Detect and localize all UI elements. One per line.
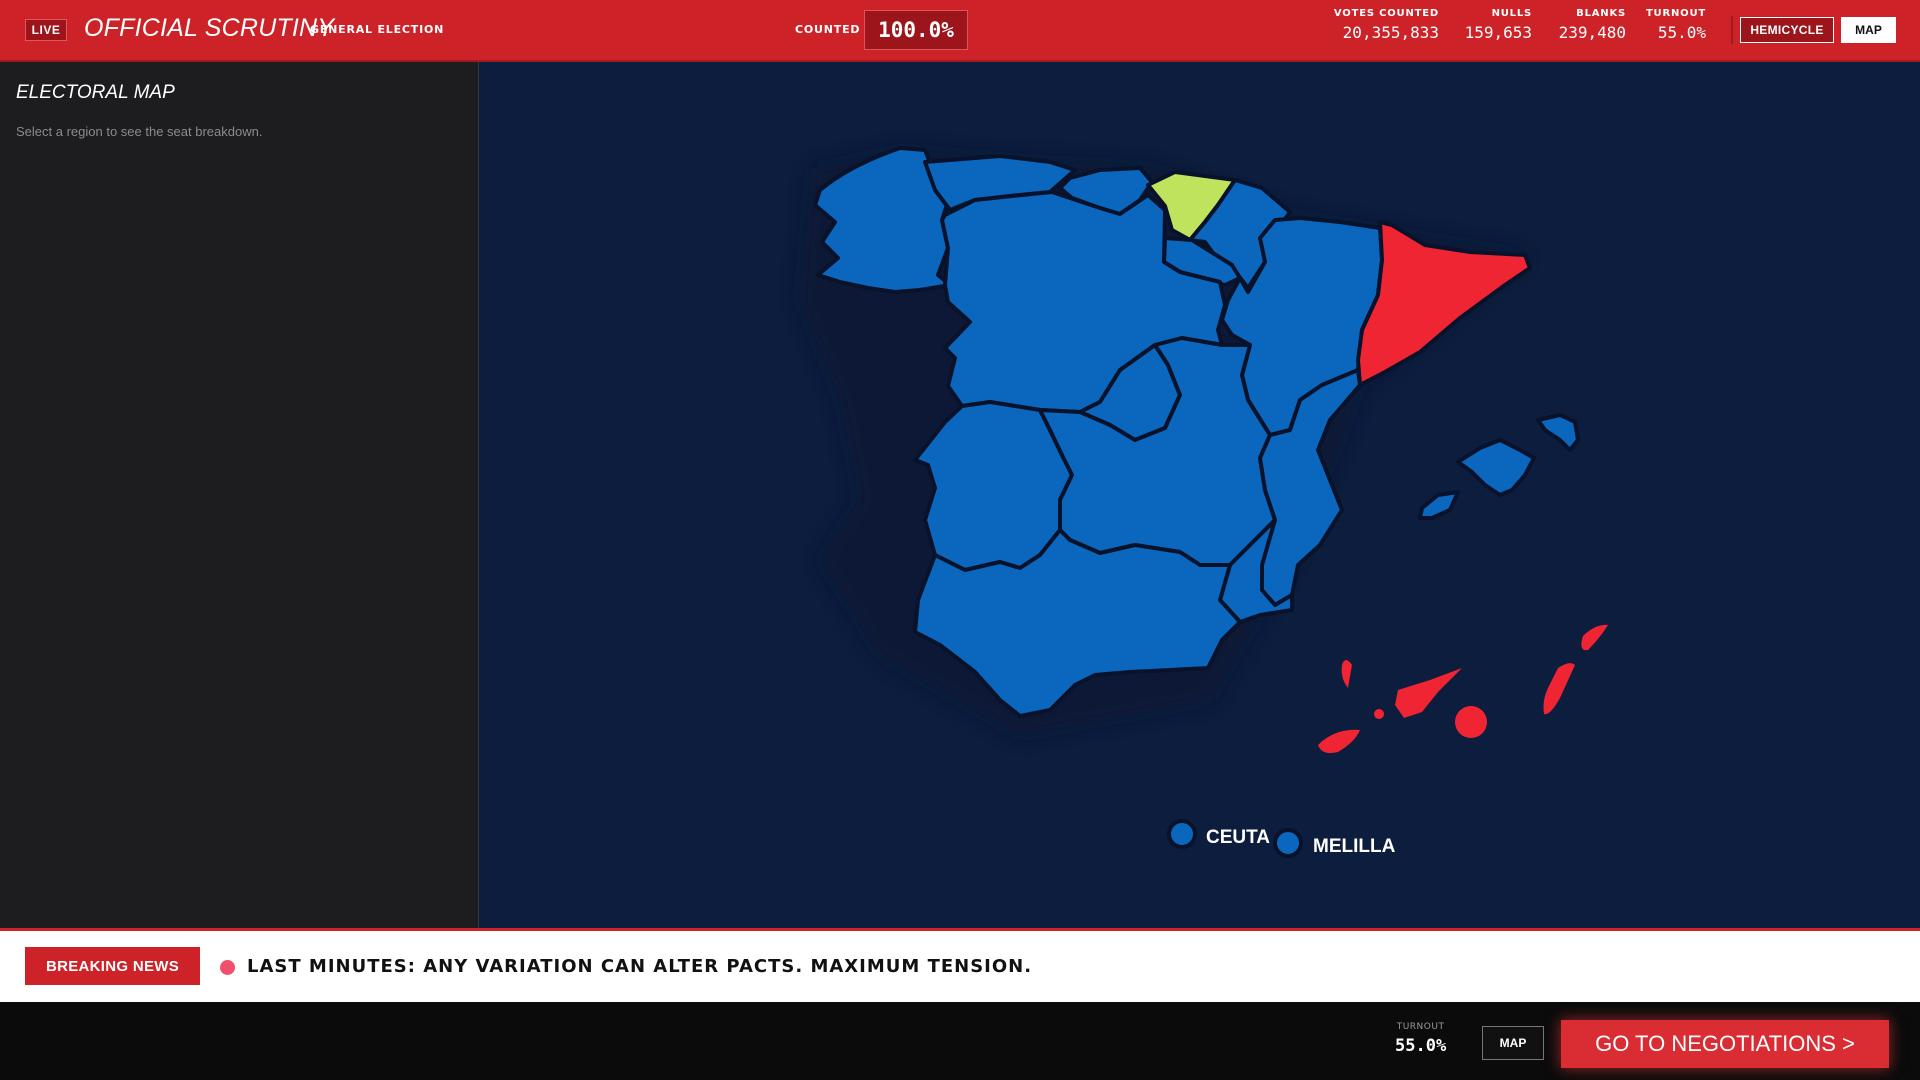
turnout-label: TURNOUT — [1645, 8, 1706, 19]
news-ticker: BREAKING NEWS LAST MINUTES: ANY VARIATIO… — [0, 928, 1920, 1002]
counted-label: COUNTED — [795, 23, 861, 36]
ticker-headline: LAST MINUTES: ANY VARIATION CAN ALTER PA… — [247, 956, 1033, 977]
region-detail-panel: ELECTORAL MAP Select a region to see the… — [0, 62, 479, 928]
region-canary-fuerteventura[interactable] — [1543, 663, 1576, 715]
nulls-stat: NULLS 159,653 — [1465, 8, 1532, 42]
map-view-button[interactable]: MAP — [1841, 17, 1896, 43]
blanks-value: 239,480 — [1558, 23, 1626, 42]
go-to-negotiations-button[interactable]: GO TO NEGOTIATIONS > — [1561, 1020, 1889, 1068]
region-canary-el-hierro[interactable] — [1318, 729, 1360, 754]
bottom-turnout-value: 55.0% — [1395, 1036, 1447, 1056]
bottom-turnout-label: TURNOUT — [1396, 1022, 1445, 1032]
top-bar: LIVE OFFICIAL SCRUTINY GENERAL ELECTION … — [0, 0, 1920, 62]
melilla-marker[interactable] — [1273, 828, 1303, 858]
votes-counted-value: 20,355,833 — [1342, 23, 1439, 42]
ceuta-marker[interactable] — [1167, 819, 1197, 849]
region-canary-lanzarote[interactable] — [1581, 624, 1608, 651]
spain-map-svg: CEUTA MELILLA — [800, 146, 1608, 858]
region-balearic-mallorca[interactable] — [1456, 438, 1536, 497]
region-balearic-ibiza[interactable] — [1418, 490, 1460, 520]
election-type-label: GENERAL ELECTION — [310, 23, 445, 36]
region-canary-gran-canaria[interactable] — [1455, 706, 1487, 738]
region-canary-tenerife[interactable] — [1395, 668, 1462, 718]
counted-percentage: 100.0% — [864, 10, 968, 50]
ceuta-label: CEUTA — [1206, 827, 1270, 848]
hemicycle-view-button[interactable]: HEMICYCLE — [1740, 17, 1834, 43]
bottom-bar: TURNOUT 55.0% MAP GO TO NEGOTIATIONS > — [0, 1002, 1920, 1080]
bottom-turnout: TURNOUT 55.0% — [1395, 1022, 1446, 1056]
region-catalonia[interactable] — [1356, 220, 1532, 387]
app-title: OFFICIAL SCRUTINY — [84, 14, 335, 42]
blanks-stat: BLANKS 239,480 — [1559, 8, 1626, 42]
city-melilla[interactable]: MELILLA — [1273, 828, 1396, 858]
panel-title: ELECTORAL MAP — [16, 82, 175, 103]
melilla-label: MELILLA — [1313, 836, 1396, 857]
region-balearic-menorca[interactable] — [1536, 413, 1580, 452]
turnout-stat: TURNOUT 55.0% — [1646, 8, 1706, 42]
nulls-label: NULLS — [1491, 8, 1532, 19]
map-button[interactable]: MAP — [1482, 1026, 1544, 1060]
votes-counted-label: VOTES COUNTED — [1333, 8, 1439, 19]
ticker-dot-icon — [220, 960, 235, 975]
votes-counted-stat: VOTES COUNTED 20,355,833 — [1334, 8, 1439, 42]
live-badge: LIVE — [25, 19, 67, 41]
turnout-value: 55.0% — [1657, 23, 1706, 42]
region-canary-la-palma[interactable] — [1341, 660, 1352, 688]
breaking-news-badge: BREAKING NEWS — [25, 947, 200, 985]
electoral-map: CEUTA MELILLA — [480, 62, 1920, 928]
city-ceuta[interactable]: CEUTA — [1167, 819, 1270, 849]
region-canary-la-gomera[interactable] — [1374, 709, 1384, 719]
blanks-label: BLANKS — [1576, 8, 1626, 19]
nulls-value: 159,653 — [1464, 23, 1532, 42]
header-divider — [1731, 16, 1733, 44]
panel-help-text: Select a region to see the seat breakdow… — [16, 124, 263, 139]
